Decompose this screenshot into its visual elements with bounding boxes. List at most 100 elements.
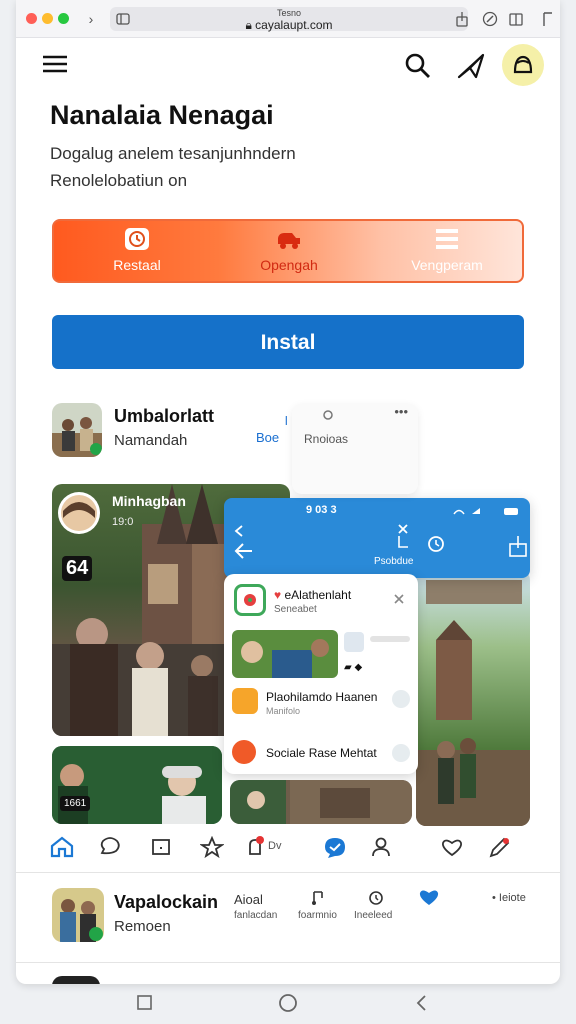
bottom-tile[interactable]: 1661	[52, 746, 222, 824]
save-icon[interactable]	[508, 534, 528, 558]
segment-restaal[interactable]: Restaal	[62, 221, 212, 281]
segmented-control: Restaal Opengah Vengperam	[52, 219, 524, 283]
list-item-icon	[232, 688, 258, 714]
small-icons: ▰ ◆	[344, 662, 363, 673]
list-item-toggle[interactable]	[392, 690, 410, 708]
maximize-window-button[interactable]	[58, 13, 69, 24]
more-menu[interactable]: •••	[394, 404, 408, 419]
list-item-title: Plaohilamdo Haanen	[266, 690, 378, 704]
app-action-link[interactable]: ⅼ Boe	[254, 414, 290, 445]
app-icon[interactable]	[52, 888, 104, 942]
page-title: Nanalaia Nenagai	[50, 100, 274, 130]
tab-title: Tesno	[276, 8, 302, 18]
app-icon[interactable]	[52, 403, 102, 457]
thumbnail-strip	[230, 780, 412, 824]
people-photo	[232, 630, 338, 678]
app-thumbnail-image	[52, 888, 104, 942]
back-arrow-icon[interactable]	[234, 542, 254, 560]
phone-thumbnails	[230, 780, 412, 824]
avatar[interactable]	[502, 44, 544, 86]
home-icon[interactable]	[50, 836, 74, 858]
phone-status-bar: 9 03 3 Psobdue	[224, 498, 530, 578]
phone-label: Psobdue	[374, 556, 414, 567]
tabs-icon[interactable]	[508, 11, 524, 27]
next-app-icon[interactable]	[52, 976, 100, 984]
segment-label: Restaal	[113, 257, 161, 273]
music-icon	[312, 891, 323, 905]
phone-app-card: ♥︎ eAlathenlaht Seneabet ▰ ◆ Plaohilamdo…	[224, 574, 418, 774]
col2-sub: foarmnio	[298, 910, 337, 921]
car-icon	[278, 233, 300, 249]
app-card-subtitle: Seneabet	[274, 604, 317, 615]
square-icon[interactable]	[150, 836, 172, 858]
app-name: Umbalorlatt	[114, 406, 215, 426]
flower-icon	[244, 594, 256, 606]
segment-label: Opengah	[260, 257, 318, 273]
feature-small-text: 19:0	[112, 516, 134, 528]
user-icon[interactable]	[370, 836, 394, 858]
clock-icon	[369, 891, 383, 905]
forward-icon[interactable]: ›	[82, 10, 100, 28]
overlay-card: ••• Rnoioas	[292, 404, 418, 494]
send-icon[interactable]	[456, 52, 486, 80]
feature-title: Minhagban	[112, 493, 186, 509]
app-bar	[16, 38, 560, 94]
menu-icon[interactable]	[42, 53, 68, 75]
close-window-button[interactable]	[26, 13, 37, 24]
star-icon[interactable]	[200, 836, 224, 858]
recents-icon[interactable]	[136, 994, 154, 1012]
compass-icon[interactable]	[482, 11, 498, 27]
avatar-face	[61, 495, 97, 531]
home-button-icon[interactable]	[277, 992, 299, 1014]
segment-opengah[interactable]: Opengah	[214, 221, 364, 281]
chat-icon[interactable]	[98, 836, 122, 858]
landscape-screenshot[interactable]	[416, 570, 530, 826]
col1-label: Aioal	[234, 892, 263, 907]
new-tab-icon[interactable]	[540, 11, 554, 27]
app-subtitle: Namandah	[114, 432, 188, 449]
list-icon	[436, 229, 458, 249]
minimize-window-button[interactable]	[42, 13, 53, 24]
app-name: Vapalockain	[114, 892, 219, 912]
segment-vengperam[interactable]: Vengperam	[372, 221, 522, 281]
app-meta-right: • Ieiote	[492, 892, 526, 904]
divider	[16, 872, 560, 873]
page-subtitle-line2: Renolelobatiun on	[50, 171, 188, 190]
nav-label: Dv	[268, 840, 282, 852]
app-logo	[234, 584, 266, 616]
heart-outline-icon[interactable]	[440, 836, 464, 858]
search-icon[interactable]	[404, 52, 432, 80]
address-bar[interactable]: Tesno 🔒︎ cayalaupt.com	[110, 7, 468, 32]
landscape-photo	[416, 580, 530, 826]
heart-icon: ♥︎	[274, 588, 282, 602]
collapse-icon[interactable]	[392, 592, 406, 606]
heart-icon[interactable]	[418, 888, 440, 906]
clock-icon[interactable]	[424, 534, 448, 554]
edit-icon[interactable]	[488, 836, 512, 858]
list-item-toggle[interactable]	[392, 744, 410, 762]
browser-window: › Tesno 🔒︎ cayalaupt.com Nanalaia Nenaga…	[16, 0, 560, 984]
tile-photo	[52, 746, 222, 824]
thumbnail-image[interactable]	[232, 630, 338, 678]
signal-icons	[453, 508, 518, 515]
progress-placeholder	[370, 636, 410, 642]
feature-badge: 64	[62, 556, 93, 581]
chevron-left-icon[interactable]	[232, 524, 246, 538]
install-button[interactable]: Instal	[52, 315, 524, 369]
tile-badge: 1661	[60, 796, 91, 811]
back-icon[interactable]	[414, 994, 430, 1012]
page-subtitle-line1: Dogalug anelem tesanjunhndern	[50, 144, 296, 163]
app-subtitle: Remoen	[114, 918, 171, 935]
system-nav-bar	[0, 984, 576, 1024]
col3-sub: Ineeleed	[354, 910, 393, 921]
avatar	[58, 492, 100, 534]
chat-bubble-icon[interactable]	[322, 836, 348, 860]
phone-time: 9 03 3	[306, 504, 337, 516]
browser-toolbar: › Tesno 🔒︎ cayalaupt.com	[16, 0, 560, 38]
lock-icon: 🔒︎	[245, 18, 256, 32]
url-text: 🔒︎ cayalaupt.com	[245, 18, 333, 32]
list-item-title: Sociale Rase Mehtat	[266, 746, 377, 760]
col1-sub: fanlacdan	[234, 910, 278, 921]
share-icon[interactable]	[454, 11, 470, 27]
bell-icon[interactable]	[244, 836, 268, 858]
